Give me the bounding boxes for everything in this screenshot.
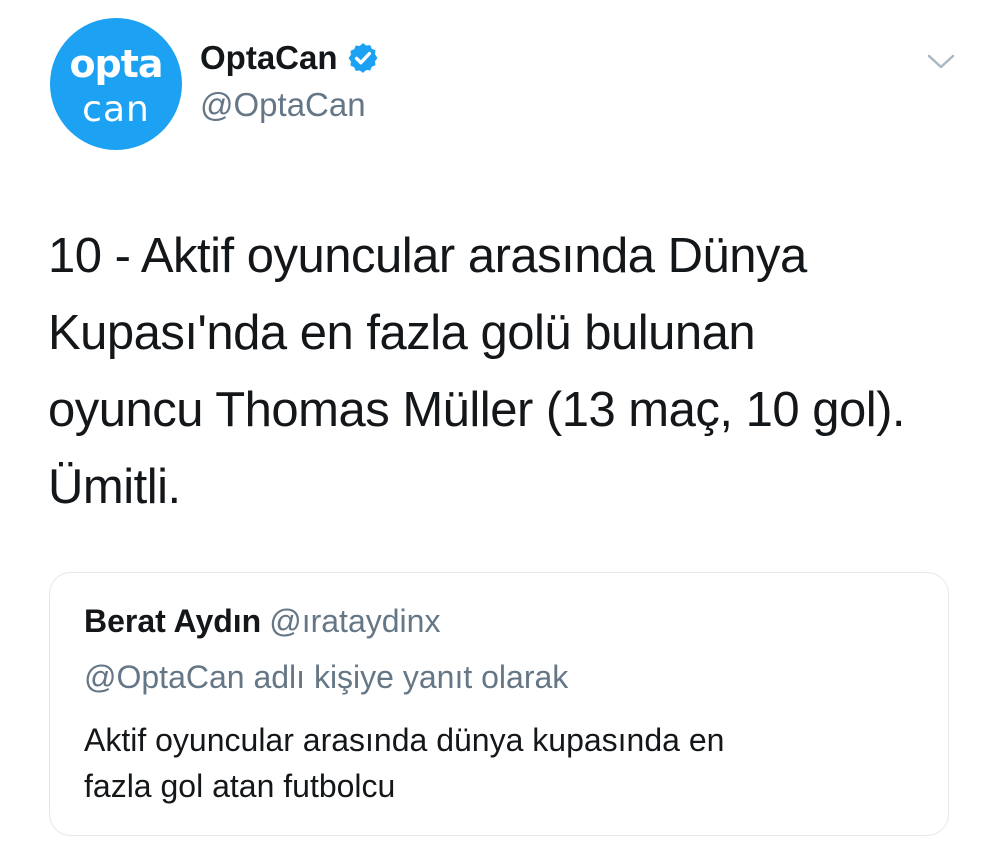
quoted-reply-context: @OptaCan adlı kişiye yanıt olarak <box>84 659 569 695</box>
quoted-display-name: Berat Aydın <box>84 603 262 639</box>
tweet-card: opta can OptaCan @OptaCan 10 - Aktif oyu… <box>0 0 1000 855</box>
verified-badge-icon <box>346 41 380 75</box>
display-name-row: OptaCan <box>200 36 380 80</box>
quoted-text-line: Aktif oyuncular arasında dünya kupasında… <box>84 722 725 758</box>
quoted-author-row: Berat Aydın @ırataydinx <box>84 603 440 640</box>
quoted-text: Aktif oyuncular arasında dünya kupasında… <box>84 717 924 809</box>
avatar-text-bottom: can <box>82 89 150 130</box>
chevron-down-icon[interactable] <box>925 52 957 72</box>
quoted-handle: @ırataydinx <box>269 603 441 639</box>
quoted-tweet[interactable]: Berat Aydın @ırataydinx @OptaCan adlı kiş… <box>49 572 949 836</box>
author-block[interactable]: OptaCan @OptaCan <box>200 36 380 124</box>
tweet-text: 10 - Aktif oyuncular arasında Dünya Kupa… <box>48 218 968 526</box>
tweet-text-line: Kupası'nda en fazla golü bulunan <box>48 306 756 360</box>
quoted-text-line: fazla gol atan futbolcu <box>84 768 396 804</box>
avatar-text-top: opta <box>69 42 163 86</box>
tweet-text-line: Ümitli. <box>48 460 181 514</box>
display-name[interactable]: OptaCan <box>200 39 338 77</box>
avatar[interactable]: opta can <box>50 18 182 150</box>
tweet-text-line: oyuncu Thomas Müller (13 maç, 10 gol). <box>48 383 906 437</box>
tweet-text-line: 10 - Aktif oyuncular arasında Dünya <box>48 229 807 283</box>
author-handle[interactable]: @OptaCan <box>200 86 380 124</box>
